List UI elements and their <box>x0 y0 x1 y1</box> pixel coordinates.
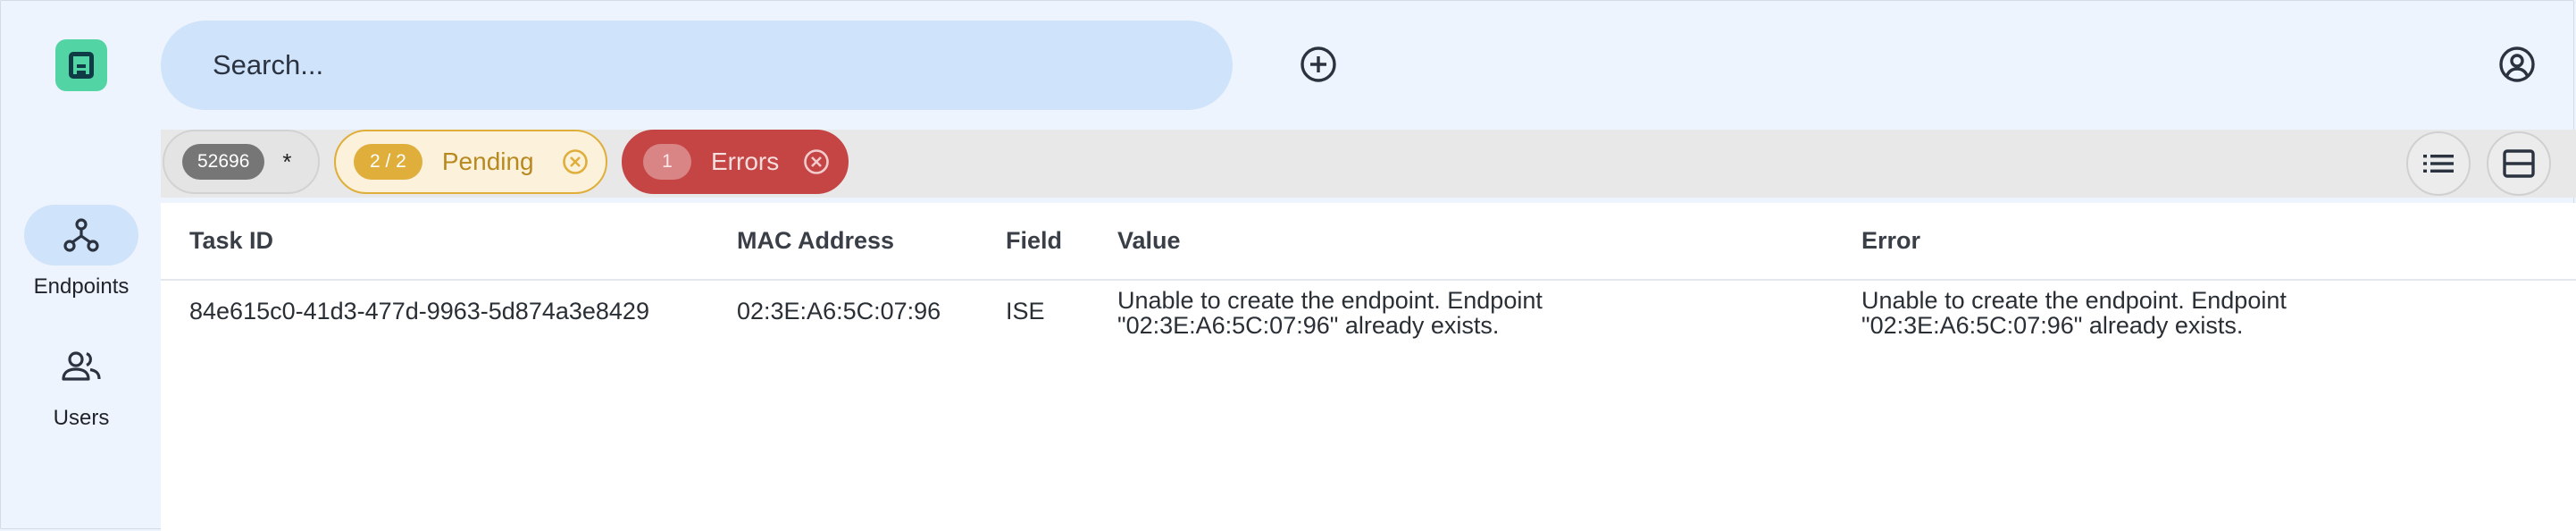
app-logo[interactable] <box>55 39 107 91</box>
split-view-icon <box>2503 149 2535 178</box>
column-header-field[interactable]: Field <box>1006 227 1062 255</box>
results-table: Task ID MAC Address Field Value Error 84… <box>161 203 2576 531</box>
endpoints-icon <box>63 218 99 252</box>
errors-count-badge: 1 <box>643 144 691 180</box>
sidebar-item-endpoints-pill <box>24 205 138 266</box>
users-icon <box>62 351 101 381</box>
filter-bar: 52696 * 2 / 2 Pending 1 Errors <box>161 130 2576 198</box>
column-header-value[interactable]: Value <box>1117 227 1181 255</box>
logo-mark <box>69 52 94 79</box>
account-circle-icon <box>2499 46 2535 82</box>
list-view-button[interactable] <box>2406 131 2471 196</box>
wildcard-label: * <box>282 148 292 175</box>
pending-count-badge: 2 / 2 <box>354 144 422 180</box>
column-header-task-id[interactable]: Task ID <box>189 227 273 255</box>
filter-chip-errors[interactable]: 1 Errors <box>622 130 849 194</box>
split-view-button[interactable] <box>2487 131 2551 196</box>
total-count-badge: 52696 <box>182 144 265 180</box>
header-divider <box>161 279 2576 281</box>
search-input[interactable] <box>211 48 1179 82</box>
sidebar-item-users[interactable]: Users <box>16 336 146 431</box>
close-circle-icon <box>804 149 829 174</box>
sidebar-item-label: Endpoints <box>33 274 130 299</box>
close-circle-icon <box>563 149 588 174</box>
search-bar[interactable] <box>161 21 1233 110</box>
sidebar-item-endpoints[interactable]: Endpoints <box>16 205 146 299</box>
account-button[interactable] <box>2496 43 2538 86</box>
filter-chip-pending[interactable]: 2 / 2 Pending <box>334 130 607 194</box>
plus-circle-icon <box>1301 46 1336 82</box>
field-cell: ISE <box>1006 298 1045 324</box>
filter-chip-all[interactable]: 52696 * <box>163 130 320 194</box>
sidebar-item-label: Users <box>53 406 110 430</box>
errors-label: Errors <box>711 148 780 175</box>
sidebar-item-users-pill <box>24 336 138 397</box>
errors-remove-button[interactable] <box>802 148 831 181</box>
pending-label: Pending <box>441 148 534 175</box>
mac-address-cell: 02:3E:A6:5C:07:96 <box>737 298 941 324</box>
pending-remove-button[interactable] <box>561 148 590 181</box>
list-icon <box>2423 155 2454 173</box>
error-cell: Unable to create the endpoint. Endpoint … <box>1861 287 2287 339</box>
add-button[interactable] <box>1297 43 1340 86</box>
column-header-error[interactable]: Error <box>1861 227 1920 255</box>
task-id-cell: 84e615c0-41d3-477d-9963-5d874a3e8429 <box>189 298 649 324</box>
column-header-mac-address[interactable]: MAC Address <box>737 227 894 255</box>
value-cell: Unable to create the endpoint. Endpoint … <box>1117 287 1543 339</box>
